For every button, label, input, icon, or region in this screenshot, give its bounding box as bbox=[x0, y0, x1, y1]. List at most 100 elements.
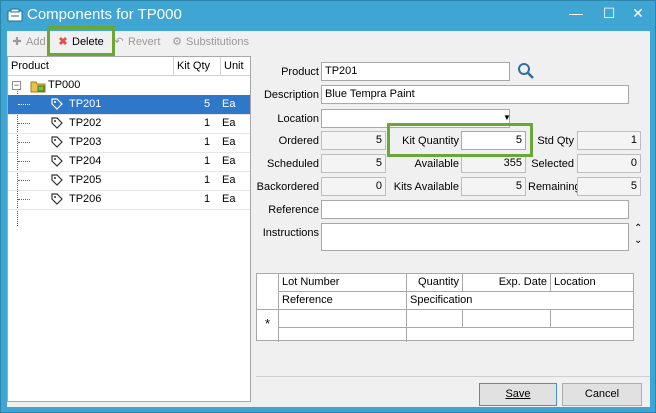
save-button[interactable]: Save bbox=[479, 383, 557, 406]
tree-branch bbox=[18, 161, 30, 162]
maximize-button[interactable]: ☐ bbox=[595, 3, 623, 25]
new-lot-number-cell[interactable] bbox=[279, 310, 407, 328]
tree-root-row[interactable]: − TP000 bbox=[8, 76, 250, 95]
cancel-button[interactable]: Cancel bbox=[562, 383, 642, 406]
scroll-down-icon[interactable]: ⌄ bbox=[634, 236, 642, 246]
selection-highlight bbox=[8, 95, 250, 114]
component-detail-form: Product TP201 Description Blue Tempra Pa… bbox=[256, 56, 650, 292]
item-product: TP203 bbox=[69, 136, 102, 148]
tree-item-row[interactable]: TP206 1 Ea bbox=[8, 190, 250, 209]
kit-quantity-label: Kit Quantity bbox=[402, 135, 459, 147]
location-select[interactable] bbox=[321, 109, 510, 128]
col-exp-date[interactable]: Exp. Date bbox=[463, 274, 551, 292]
scheduled-label: Scheduled bbox=[267, 158, 319, 170]
tag-icon bbox=[51, 98, 63, 110]
add-button[interactable]: ✚ Add bbox=[11, 33, 45, 51]
reference-label: Reference bbox=[268, 204, 319, 216]
description-label: Description bbox=[263, 89, 319, 101]
col-reference[interactable]: Reference bbox=[279, 292, 407, 310]
tree-item-row[interactable]: TP202 1 Ea bbox=[8, 114, 250, 133]
tree-item-row[interactable]: TP201 5 Ea bbox=[8, 95, 250, 114]
item-product: TP201 bbox=[69, 98, 102, 110]
title-bar[interactable]: Components for TP000 — ☐ ✕ bbox=[1, 1, 655, 31]
backordered-field: 0 bbox=[321, 177, 386, 196]
tree-header: Product Kit Qty Unit bbox=[8, 57, 250, 76]
description-field[interactable]: Blue Tempra Paint bbox=[321, 85, 629, 104]
new-reference-cell[interactable] bbox=[279, 328, 407, 342]
item-unit: Ea bbox=[222, 117, 236, 129]
lot-grid[interactable]: Lot Number Quantity Exp. Date Location R… bbox=[256, 273, 634, 342]
row-divider bbox=[8, 209, 250, 210]
selected-label: Selected bbox=[531, 158, 574, 170]
item-qty: 1 bbox=[204, 136, 211, 148]
tree-branch bbox=[18, 180, 30, 181]
col-quantity[interactable]: Quantity bbox=[407, 274, 463, 292]
tree-branch bbox=[18, 123, 30, 124]
instructions-field[interactable] bbox=[321, 223, 629, 251]
delete-label: Delete bbox=[72, 36, 104, 48]
col-kit-qty[interactable]: Kit Qty bbox=[174, 57, 221, 76]
item-unit: Ea bbox=[222, 174, 236, 186]
ordered-label: Ordered bbox=[278, 135, 319, 147]
item-product: TP204 bbox=[69, 155, 102, 167]
reference-field[interactable] bbox=[321, 200, 629, 219]
collapse-icon[interactable]: − bbox=[12, 81, 21, 90]
close-button[interactable]: ✕ bbox=[624, 3, 652, 25]
instructions-label: Instructions bbox=[262, 227, 319, 239]
delete-button[interactable]: ✖ Delete bbox=[57, 33, 104, 51]
col-product[interactable]: Product bbox=[8, 57, 174, 76]
row-header bbox=[257, 274, 279, 310]
col-location[interactable]: Location bbox=[551, 274, 633, 292]
tree-item-row[interactable]: TP203 1 Ea bbox=[8, 133, 250, 152]
substitutions-label: Substitutions bbox=[186, 36, 249, 48]
tag-icon bbox=[51, 136, 63, 148]
col-lot-number[interactable]: Lot Number bbox=[279, 274, 407, 292]
tree-branch bbox=[18, 199, 30, 200]
scroll-up-icon[interactable]: ⌃ bbox=[634, 224, 642, 234]
available-field: 355 bbox=[461, 154, 526, 173]
new-specification-cell[interactable] bbox=[407, 328, 633, 342]
new-location-cell[interactable] bbox=[551, 310, 633, 328]
item-qty: 5 bbox=[204, 98, 211, 110]
new-exp-date-cell[interactable] bbox=[463, 310, 551, 328]
scheduled-field: 5 bbox=[321, 154, 386, 173]
new-quantity-cell[interactable] bbox=[407, 310, 463, 328]
tree-branch bbox=[18, 142, 30, 143]
col-specification[interactable]: Specification bbox=[407, 292, 633, 310]
component-tree[interactable]: Product Kit Qty Unit − TP000 TP201 5 Ea … bbox=[7, 56, 251, 402]
item-qty: 1 bbox=[204, 174, 211, 186]
kit-quantity-field[interactable]: 5 bbox=[461, 131, 526, 150]
available-label: Available bbox=[414, 158, 459, 170]
window-title: Components for TP000 bbox=[27, 6, 182, 23]
product-field[interactable]: TP201 bbox=[321, 62, 510, 81]
components-window: Components for TP000 — ☐ ✕ ✚ Add ✖ Delete … bbox=[0, 0, 656, 413]
dialog-body: ✚ Add ✖ Delete ↶ Revert ⚙ Substitutions Prod… bbox=[7, 26, 650, 407]
minimize-button[interactable]: — bbox=[562, 3, 590, 25]
delete-icon: ✖ bbox=[58, 36, 68, 48]
add-icon: ✚ bbox=[12, 36, 22, 48]
save-label: Save bbox=[505, 388, 531, 400]
tag-icon bbox=[51, 193, 63, 205]
item-unit: Ea bbox=[222, 98, 236, 110]
item-unit: Ea bbox=[222, 155, 236, 167]
tree-branch bbox=[18, 104, 30, 105]
dropdown-arrow-icon[interactable]: ▼ bbox=[503, 113, 511, 122]
components-icon bbox=[7, 8, 23, 22]
kit-icon bbox=[30, 81, 46, 93]
ordered-field: 5 bbox=[321, 131, 386, 150]
item-qty: 1 bbox=[204, 193, 211, 205]
search-icon[interactable] bbox=[517, 62, 535, 80]
item-product: TP206 bbox=[69, 193, 102, 205]
divider bbox=[256, 376, 650, 377]
tree-item-row[interactable]: TP205 1 Ea bbox=[8, 171, 250, 190]
substitutions-button[interactable]: ⚙ Substitutions bbox=[171, 33, 249, 51]
item-product: TP205 bbox=[69, 174, 102, 186]
col-unit[interactable]: Unit bbox=[221, 57, 250, 76]
new-row-marker: * bbox=[257, 310, 279, 342]
item-unit: Ea bbox=[222, 136, 236, 148]
item-unit: Ea bbox=[222, 193, 236, 205]
remaining-label: Remaining bbox=[528, 181, 581, 193]
tree-item-row[interactable]: TP204 1 Ea bbox=[8, 152, 250, 171]
item-qty: 1 bbox=[204, 155, 211, 167]
revert-button[interactable]: ↶ Revert bbox=[113, 33, 160, 51]
